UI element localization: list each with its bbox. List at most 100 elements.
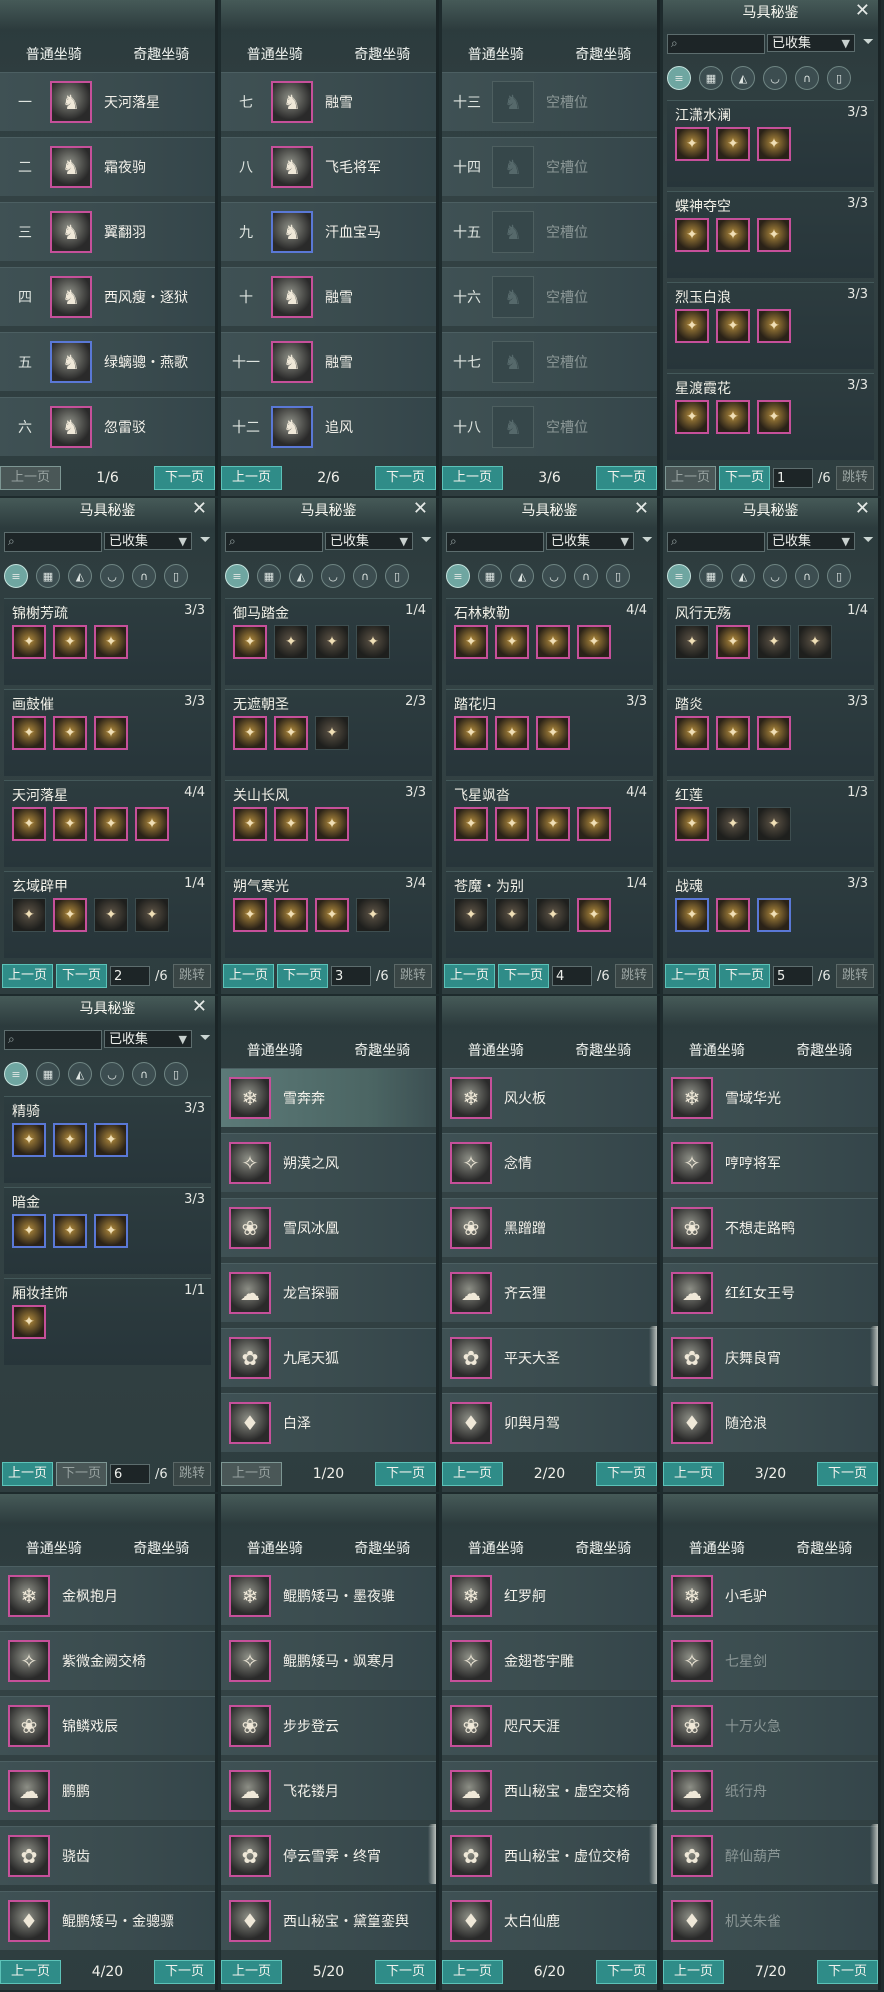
search-input[interactable]: ⌕ — [4, 1030, 102, 1050]
mount-row[interactable]: 四 ♞ 西风瘦・逐狱 — [0, 267, 215, 326]
category-3-icon[interactable]: ◡ — [542, 564, 566, 588]
category-1-icon[interactable]: ▦ — [36, 1062, 60, 1086]
saddle-item-icon[interactable]: ✦ — [675, 127, 709, 161]
saddle-item-icon[interactable]: ✦ — [536, 898, 570, 932]
category-1-icon[interactable]: ▦ — [257, 564, 281, 588]
prev-page-button[interactable]: 上一页 — [0, 1960, 62, 1984]
category-0-icon[interactable]: ≡ — [446, 564, 470, 588]
saddle-item-icon[interactable]: ✦ — [94, 1214, 128, 1248]
prev-page-button[interactable]: 上一页 — [442, 1960, 504, 1984]
filter-icon[interactable]: ⏷ — [421, 532, 432, 548]
category-5-icon[interactable]: ▯ — [385, 564, 409, 588]
fun-mount-row[interactable]: ✿ 庆舞良宵 — [663, 1328, 878, 1387]
saddle-item-icon[interactable]: ✦ — [315, 807, 349, 841]
next-page-button[interactable]: 下一页 — [595, 1960, 657, 1984]
fun-mount-row[interactable]: ✿ 九尾天狐 — [221, 1328, 436, 1387]
saddle-item-icon[interactable]: ✦ — [454, 807, 488, 841]
fun-mount-row[interactable]: ❄ 风火板 — [442, 1068, 657, 1127]
saddle-item-icon[interactable]: ✦ — [577, 807, 611, 841]
saddle-item-icon[interactable]: ✦ — [757, 807, 791, 841]
saddle-item-icon[interactable]: ✦ — [716, 127, 750, 161]
category-2-icon[interactable]: ◭ — [68, 1062, 92, 1086]
category-2-icon[interactable]: ◭ — [731, 66, 755, 90]
saddle-item-icon[interactable]: ✦ — [274, 716, 308, 750]
scroll-handle[interactable] — [870, 1824, 878, 1884]
saddle-item-icon[interactable]: ✦ — [53, 625, 87, 659]
fun-mount-row[interactable]: ✿ 醉仙葫芦 — [663, 1826, 878, 1885]
saddle-item-icon[interactable]: ✦ — [135, 898, 169, 932]
saddle-item-icon[interactable]: ✦ — [577, 898, 611, 932]
next-page-button[interactable]: 下一页 — [56, 1462, 108, 1486]
saddle-item-icon[interactable]: ✦ — [53, 898, 87, 932]
saddle-item-icon[interactable]: ✦ — [12, 716, 46, 750]
tab-normal[interactable]: 普通坐骑 — [241, 1040, 309, 1062]
filter-icon[interactable]: ⏷ — [200, 1030, 211, 1046]
category-5-icon[interactable]: ▯ — [606, 564, 630, 588]
tab-fun[interactable]: 奇趣坐骑 — [127, 1538, 195, 1560]
mount-row[interactable]: 十 ♞ 融雪 — [221, 267, 436, 326]
tab-fun[interactable]: 奇趣坐骑 — [348, 44, 416, 66]
saddle-item-icon[interactable]: ✦ — [53, 807, 87, 841]
saddle-item-icon[interactable]: ✦ — [675, 218, 709, 252]
prev-page-button[interactable]: 上一页 — [0, 466, 62, 490]
close-icon[interactable]: ✕ — [192, 996, 207, 1017]
category-1-icon[interactable]: ▦ — [699, 66, 723, 90]
equipment-set[interactable]: 红莲 1/3 ✦ ✦ ✦ — [667, 780, 874, 867]
saddle-item-icon[interactable]: ✦ — [53, 1214, 87, 1248]
fun-mount-row[interactable]: ☁ 红红女王号 — [663, 1263, 878, 1322]
prev-page-button[interactable]: 上一页 — [663, 1462, 725, 1486]
page-number-input[interactable]: 6 — [110, 1464, 151, 1484]
prev-page-button[interactable]: 上一页 — [663, 1960, 725, 1984]
filter-icon[interactable]: ⏷ — [863, 532, 874, 548]
saddle-item-icon[interactable]: ✦ — [536, 625, 570, 659]
mount-row[interactable]: 五 ♞ 绿螭骢・燕歌 — [0, 332, 215, 391]
saddle-item-icon[interactable]: ✦ — [675, 309, 709, 343]
saddle-item-icon[interactable]: ✦ — [495, 807, 529, 841]
scroll-handle[interactable] — [870, 1326, 878, 1386]
page-number-input[interactable]: 4 — [552, 966, 593, 986]
close-icon[interactable]: ✕ — [855, 0, 870, 21]
saddle-item-icon[interactable]: ✦ — [315, 716, 349, 750]
equipment-set[interactable]: 锦榭芳疏 3/3 ✦ ✦ ✦ — [4, 598, 211, 685]
saddle-item-icon[interactable]: ✦ — [675, 716, 709, 750]
saddle-item-icon[interactable]: ✦ — [675, 807, 709, 841]
tab-fun[interactable]: 奇趣坐骑 — [790, 1538, 858, 1560]
category-1-icon[interactable]: ▦ — [699, 564, 723, 588]
equipment-set[interactable]: 石林敕勒 4/4 ✦ ✦ ✦ ✦ — [446, 598, 653, 685]
equipment-set[interactable]: 踏炎 3/3 ✦ ✦ ✦ — [667, 689, 874, 776]
page-number-input[interactable]: 2 — [110, 966, 151, 986]
saddle-item-icon[interactable]: ✦ — [716, 218, 750, 252]
fun-mount-row[interactable]: ❀ 咫尺天涯 — [442, 1696, 657, 1755]
category-2-icon[interactable]: ◭ — [731, 564, 755, 588]
tab-normal[interactable]: 普通坐骑 — [683, 1538, 751, 1560]
category-5-icon[interactable]: ▯ — [164, 1062, 188, 1086]
fun-mount-row[interactable]: ♦ 西山秘宝・黛篁銮舆 — [221, 1891, 436, 1950]
saddle-item-icon[interactable]: ✦ — [315, 625, 349, 659]
fun-mount-row[interactable]: ❀ 步步登云 — [221, 1696, 436, 1755]
saddle-item-icon[interactable]: ✦ — [53, 1123, 87, 1157]
category-3-icon[interactable]: ◡ — [763, 564, 787, 588]
fun-mount-row[interactable]: ❀ 十万火急 — [663, 1696, 878, 1755]
saddle-item-icon[interactable]: ✦ — [716, 716, 750, 750]
saddle-item-icon[interactable]: ✦ — [12, 898, 46, 932]
fun-mount-row[interactable]: ✧ 七星剑 — [663, 1631, 878, 1690]
fun-mount-row[interactable]: ✿ 停云雪霁・终宵 — [221, 1826, 436, 1885]
equipment-set[interactable]: 蝶神夺空 3/3 ✦ ✦ ✦ — [667, 191, 874, 278]
tab-fun[interactable]: 奇趣坐骑 — [348, 1538, 416, 1560]
saddle-item-icon[interactable]: ✦ — [233, 625, 267, 659]
fun-mount-row[interactable]: ❄ 红罗舸 — [442, 1566, 657, 1625]
prev-page-button[interactable]: 上一页 — [2, 964, 54, 988]
equipment-set[interactable]: 星渡霞花 3/3 ✦ ✦ ✦ — [667, 373, 874, 460]
saddle-item-icon[interactable]: ✦ — [94, 898, 128, 932]
fun-mount-row[interactable]: ✧ 鲲鹏矮马・飒寒月 — [221, 1631, 436, 1690]
equipment-set[interactable]: 江潇水澜 3/3 ✦ ✦ ✦ — [667, 100, 874, 187]
category-4-icon[interactable]: ∩ — [132, 564, 156, 588]
tab-normal[interactable]: 普通坐骑 — [683, 1040, 751, 1062]
saddle-item-icon[interactable]: ✦ — [716, 807, 750, 841]
fun-mount-row[interactable]: ❄ 鲲鹏矮马・墨夜骓 — [221, 1566, 436, 1625]
search-input[interactable]: ⌕ — [667, 532, 765, 552]
fun-mount-row[interactable]: ✧ 朔漠之风 — [221, 1133, 436, 1192]
tab-normal[interactable]: 普通坐骑 — [462, 1538, 530, 1560]
equipment-set[interactable]: 朔气寒光 3/4 ✦ ✦ ✦ ✦ — [225, 871, 432, 958]
fun-mount-row[interactable]: ✿ 骁齿 — [0, 1826, 215, 1885]
